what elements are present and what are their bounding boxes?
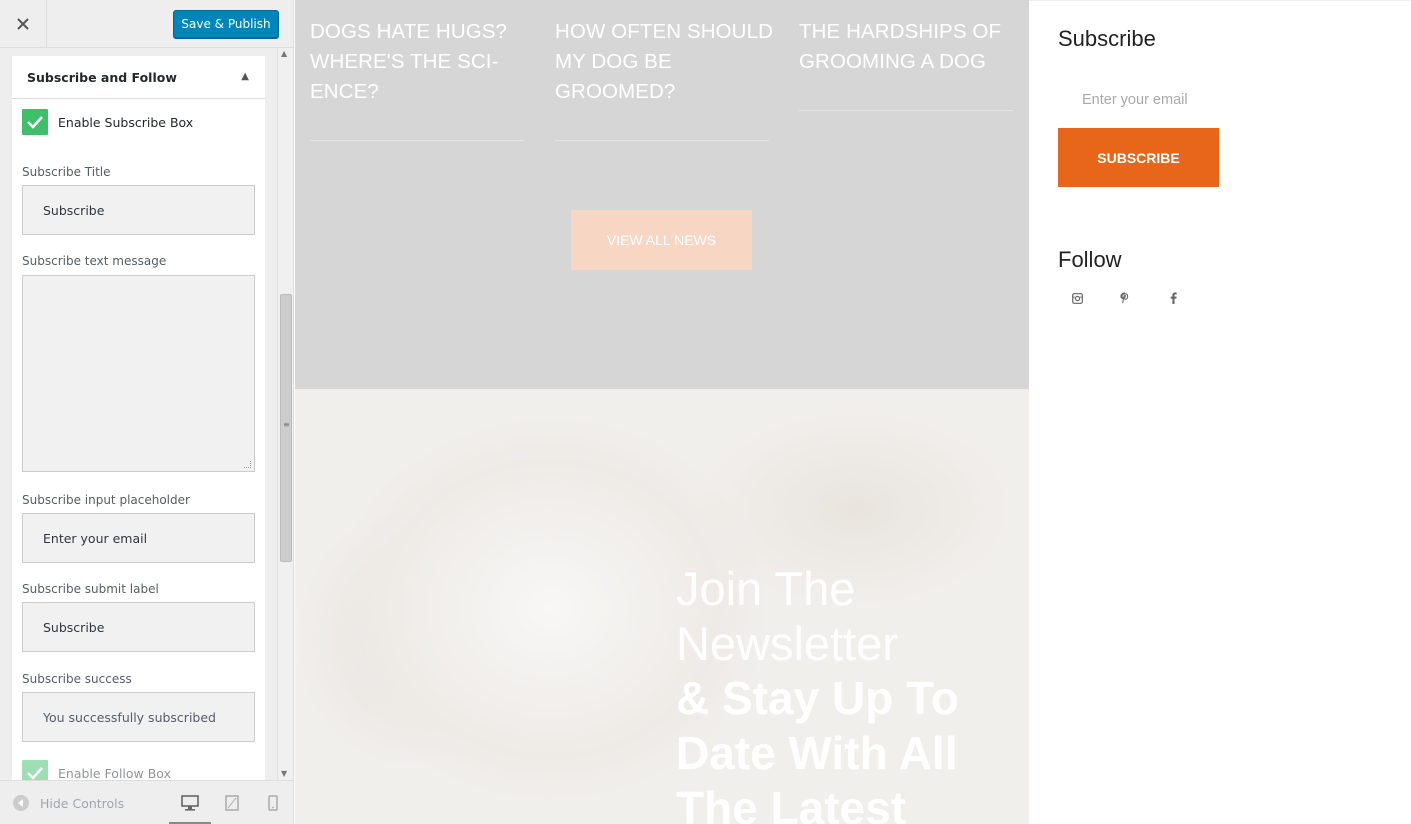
checkmark-icon — [27, 116, 43, 129]
news-item-title[interactable]: DOGS HATE HUGS? WHERE'S THE SCI-ENCE? — [310, 17, 520, 107]
subscribe-placeholder-label: Subscribe input placeholder — [22, 493, 190, 507]
subscribe-button[interactable]: SUBSCRIBE — [1058, 128, 1219, 187]
mobile-icon — [268, 795, 278, 811]
customizer-header: Save & Publish — [0, 0, 293, 48]
newsletter-section: Join The Newsletter & Stay Up To Date Wi… — [295, 389, 1029, 824]
subscribe-submit-input[interactable]: Subscribe — [22, 602, 255, 652]
scroll-down-arrow-icon[interactable]: ▼ — [281, 769, 287, 778]
subscribe-widget-title: Subscribe — [1058, 26, 1156, 51]
newsletter-heading: Join The Newsletter — [676, 562, 899, 670]
divider — [555, 140, 769, 141]
subscribe-follow-panel: Subscribe and Follow ▲ Enable Subscribe … — [12, 56, 265, 780]
enable-follow-checkbox[interactable] — [22, 760, 48, 780]
enable-follow-label: Enable Follow Box — [58, 765, 171, 781]
customizer-sidebar: Save & Publish Subscribe and Follow ▲ En… — [0, 0, 294, 824]
follow-widget-title: Follow — [1058, 247, 1122, 272]
enable-subscribe-checkbox[interactable] — [22, 109, 48, 135]
site-preview: DOGS HATE HUGS? WHERE'S THE SCI-ENCE? HO… — [295, 0, 1029, 824]
enable-subscribe-row[interactable]: Enable Subscribe Box — [22, 109, 193, 135]
subscribe-success-input[interactable]: You successfully subscribed — [22, 692, 255, 742]
section-title: Subscribe and Follow — [27, 70, 177, 85]
desktop-preview-button[interactable] — [169, 791, 211, 824]
customizer-footer: Hide Controls — [0, 780, 293, 824]
subscribe-submit-label: Subscribe submit label — [22, 582, 159, 596]
instagram-icon[interactable] — [1068, 289, 1086, 307]
subscribe-placeholder-input[interactable]: Enter your email — [22, 513, 255, 563]
pinterest-icon[interactable] — [1116, 289, 1134, 307]
tablet-icon — [225, 795, 239, 811]
divider — [310, 140, 524, 141]
triangle-up-icon[interactable]: ▲ — [241, 71, 249, 82]
widget-area: Subscribe SUBSCRIBE Follow — [1029, 0, 1411, 824]
scrollbar-thumb[interactable]: ≡ — [280, 294, 292, 562]
grip-icon: ≡ — [283, 420, 290, 429]
divider — [799, 110, 1013, 111]
tablet-preview-button[interactable] — [211, 791, 253, 824]
enable-subscribe-label: Enable Subscribe Box — [58, 114, 194, 130]
enable-follow-row[interactable]: Enable Follow Box — [22, 760, 171, 780]
subscribe-text-textarea[interactable] — [22, 275, 255, 472]
close-icon[interactable] — [0, 0, 47, 47]
mobile-preview-button[interactable] — [252, 791, 294, 824]
collapse-arrow-icon — [13, 795, 29, 811]
save-publish-button[interactable]: Save & Publish — [173, 10, 279, 38]
email-input[interactable] — [1058, 81, 1318, 119]
subscribe-title-input[interactable]: Subscribe — [22, 185, 255, 235]
hide-controls-button[interactable]: Hide Controls — [13, 795, 124, 811]
facebook-icon[interactable] — [1164, 289, 1182, 307]
subscribe-title-label: Subscribe Title — [22, 165, 111, 179]
checkmark-icon — [27, 767, 43, 780]
newsletter-subheading: & Stay Up To Date With All The Latest — [676, 672, 959, 824]
subscribe-success-label: Subscribe success — [22, 672, 132, 686]
desktop-icon — [181, 795, 199, 811]
panel-scrollbar[interactable]: ▲ ≡ ▼ — [277, 48, 293, 780]
news-item-title[interactable]: THE HARDSHIPS OF GROOMING A DOG — [799, 17, 1014, 77]
news-section: DOGS HATE HUGS? WHERE'S THE SCI-ENCE? HO… — [295, 0, 1029, 389]
hide-controls-label: Hide Controls — [40, 795, 125, 811]
view-all-news-button[interactable]: VIEW ALL NEWS — [571, 210, 752, 270]
news-item-title[interactable]: HOW OFTEN SHOULD MY DOG BE GROOMED? — [555, 17, 775, 107]
scroll-up-arrow-icon[interactable]: ▲ — [281, 49, 287, 58]
resize-grip-icon[interactable] — [244, 461, 251, 468]
subscribe-text-label: Subscribe text message — [22, 254, 167, 268]
section-header[interactable]: Subscribe and Follow ▲ — [12, 56, 265, 99]
